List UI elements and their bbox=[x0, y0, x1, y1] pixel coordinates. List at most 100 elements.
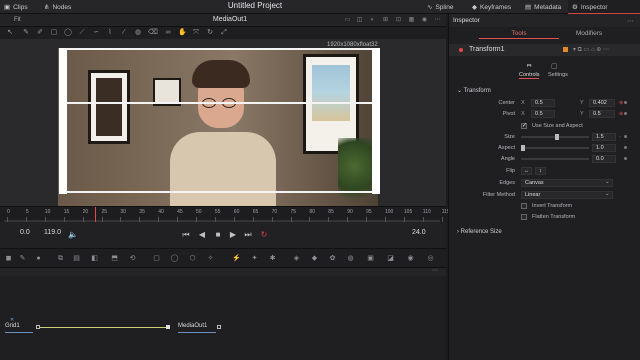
pivot-y-input[interactable]: 0.5 bbox=[589, 110, 615, 118]
clips-tab[interactable]: ▣ Clips bbox=[4, 2, 28, 12]
global-end[interactable]: 119.0 bbox=[44, 229, 61, 241]
node-editor[interactable]: ⋯ bbox=[0, 268, 446, 360]
audio-icon[interactable]: 🔈 bbox=[68, 229, 78, 241]
checker-icon[interactable]: ▦ bbox=[408, 17, 415, 24]
play-reverse-icon[interactable]: ◀ bbox=[197, 229, 207, 241]
pivot-crosshair-icon[interactable]: ⊕ bbox=[619, 111, 623, 117]
tool-header[interactable]: Transform1 ▾ ⧉ ▭ ⌂ ⊕ ⋯ bbox=[449, 44, 640, 56]
renderer3d-tool-icon[interactable]: ▣ bbox=[366, 254, 375, 263]
tool-options-icons[interactable]: ▾ ⧉ ▭ ⌂ ⊕ ⋯ bbox=[573, 46, 609, 54]
fill-icon[interactable]: ◍ bbox=[134, 29, 142, 37]
mediaout-input-port[interactable] bbox=[166, 325, 170, 329]
text-tool-icon[interactable]: ● bbox=[34, 254, 43, 263]
go-to-end-icon[interactable]: ⏭ bbox=[243, 229, 253, 241]
light-tool-icon[interactable]: ✿ bbox=[328, 254, 337, 263]
flip-vertical-button[interactable]: ↕ bbox=[535, 167, 546, 175]
play-icon[interactable]: ▶ bbox=[228, 229, 238, 241]
size-slider[interactable] bbox=[521, 134, 589, 140]
inspector-tab[interactable]: ⚙ Inspector bbox=[568, 0, 640, 14]
time-ruler[interactable]: 0 5 10 15 20 25 30 35 40 45 50 55 60 65 70 75 80 85 90 95 10… bbox=[0, 206, 450, 223]
scale-icon[interactable]: ⤢ bbox=[220, 29, 228, 37]
pivot-keyframe-icon[interactable] bbox=[624, 112, 627, 115]
ellipse-mask-icon[interactable]: ◯ bbox=[170, 254, 179, 263]
current-frame[interactable]: 24.0 bbox=[412, 229, 426, 241]
transform-icon[interactable]: ⤧ bbox=[192, 29, 200, 37]
erase-icon[interactable]: ⌫ bbox=[148, 29, 158, 37]
bspline-icon[interactable]: ∽ bbox=[92, 29, 100, 37]
roi-icon[interactable]: ▭ bbox=[344, 17, 351, 24]
pointer-icon[interactable]: ↖ bbox=[6, 29, 14, 37]
aspect-slider-knob[interactable] bbox=[521, 145, 525, 151]
fit-dropdown[interactable]: Fit bbox=[14, 17, 21, 23]
flip-horizontal-button[interactable]: ↔ bbox=[521, 167, 532, 175]
flatten-transform-checkbox[interactable] bbox=[521, 214, 527, 220]
rotate-icon[interactable]: ↻ bbox=[206, 29, 214, 37]
particle-tool-icon[interactable]: ⚡ bbox=[232, 254, 241, 263]
global-start[interactable]: 0.0 bbox=[20, 229, 30, 241]
center-keyframe-icon[interactable] bbox=[624, 101, 627, 104]
transform-tool-icon[interactable]: ⟲ bbox=[128, 254, 137, 263]
rect-select-icon[interactable]: ▢ bbox=[50, 29, 58, 37]
merge-tool-icon[interactable]: ⧉ bbox=[56, 254, 65, 263]
more-icon[interactable]: ⋯ bbox=[434, 17, 441, 24]
paint-tool-icon[interactable]: ✎ bbox=[18, 254, 27, 263]
grid-icon[interactable]: ⊞ bbox=[382, 17, 389, 24]
link-icon[interactable]: ∞ bbox=[164, 29, 172, 37]
hand-icon[interactable]: ✋ bbox=[178, 29, 187, 37]
filter-dropdown[interactable]: Linear bbox=[521, 191, 613, 199]
aspect-slider[interactable] bbox=[521, 145, 589, 151]
size-slider-knob[interactable] bbox=[555, 134, 559, 140]
bspline-mask-icon[interactable]: ✧ bbox=[206, 254, 215, 263]
camera-tool-icon[interactable]: ◆ bbox=[310, 254, 319, 263]
aspect-input[interactable]: 1.0 bbox=[592, 144, 616, 152]
background-tool-icon[interactable]: ◼ bbox=[4, 254, 13, 263]
nodes-tab[interactable]: ⋔ Nodes bbox=[44, 2, 71, 12]
center-crosshair-icon[interactable]: ⊕ bbox=[619, 100, 623, 106]
blur-tool-icon[interactable]: ▤ bbox=[72, 254, 81, 263]
node-editor-more-icon[interactable]: ⋯ bbox=[432, 267, 438, 274]
merge3d-tool-icon[interactable]: ◍ bbox=[346, 254, 355, 263]
playhead[interactable] bbox=[95, 207, 96, 223]
fog-tool-icon[interactable]: ◎ bbox=[426, 254, 435, 263]
ellipse-icon[interactable]: ◯ bbox=[64, 29, 72, 37]
metadata-tab[interactable]: ▤ Metadata bbox=[525, 2, 561, 12]
subtab-controls[interactable]: Controls bbox=[519, 72, 540, 79]
rect-mask-icon[interactable]: ▢ bbox=[152, 254, 161, 263]
transform-section[interactable]: ⌄ Transform bbox=[457, 87, 491, 94]
dod-icon[interactable]: ◫ bbox=[356, 17, 363, 24]
shape3d-tool-icon[interactable]: ◈ bbox=[292, 254, 301, 263]
inspector-menu-icon[interactable]: ⋯ bbox=[627, 17, 634, 25]
stroke-icon[interactable]: ⁄ bbox=[120, 29, 128, 37]
polygon-mask-icon[interactable]: ⬡ bbox=[188, 254, 197, 263]
stop-icon[interactable]: ■ bbox=[213, 229, 223, 241]
material-tool-icon[interactable]: ◉ bbox=[406, 254, 415, 263]
tab-tools[interactable]: Tools bbox=[479, 29, 559, 39]
node-mediaout[interactable]: MediaOut1 bbox=[178, 323, 218, 333]
size-input[interactable]: 1.5 bbox=[592, 133, 616, 141]
subtab-settings[interactable]: Settings bbox=[548, 72, 568, 78]
brightness-tool-icon[interactable]: ⬒ bbox=[110, 254, 119, 263]
size-reset-icon[interactable]: ◦ bbox=[619, 134, 621, 140]
render-tool-icon[interactable]: ✱ bbox=[268, 254, 277, 263]
tab-modifiers[interactable]: Modifiers bbox=[559, 29, 619, 39]
edges-dropdown[interactable]: Canvas bbox=[521, 179, 613, 187]
keyframes-tab[interactable]: ◆ Keyframes bbox=[472, 2, 511, 12]
lut-icon[interactable]: ◐ bbox=[369, 17, 376, 24]
tool-enable-icon[interactable] bbox=[459, 48, 463, 52]
use-size-aspect-checkbox[interactable]: ✓ bbox=[521, 123, 527, 129]
text3d-tool-icon[interactable]: ◪ bbox=[386, 254, 395, 263]
pen-icon[interactable]: ✎ bbox=[22, 29, 30, 37]
center-y-input[interactable]: 0.402 bbox=[589, 99, 615, 107]
go-to-start-icon[interactable]: ⏮ bbox=[181, 229, 191, 241]
stereo-icon[interactable]: ◉ bbox=[421, 17, 428, 24]
aspect-keyframe-icon[interactable] bbox=[624, 146, 627, 149]
tool-color-swatch[interactable] bbox=[563, 47, 568, 52]
node-grid[interactable]: Grid1 bbox=[5, 323, 35, 333]
size-keyframe-icon[interactable] bbox=[624, 135, 627, 138]
pivot-x-input[interactable]: 0.5 bbox=[531, 110, 555, 118]
angle-slider[interactable] bbox=[521, 158, 589, 160]
paint-icon[interactable]: ⌇ bbox=[106, 29, 114, 37]
color-tool-icon[interactable]: ◧ bbox=[90, 254, 99, 263]
loop-icon[interactable]: ↻ bbox=[259, 229, 269, 241]
angle-keyframe-icon[interactable] bbox=[624, 157, 627, 160]
